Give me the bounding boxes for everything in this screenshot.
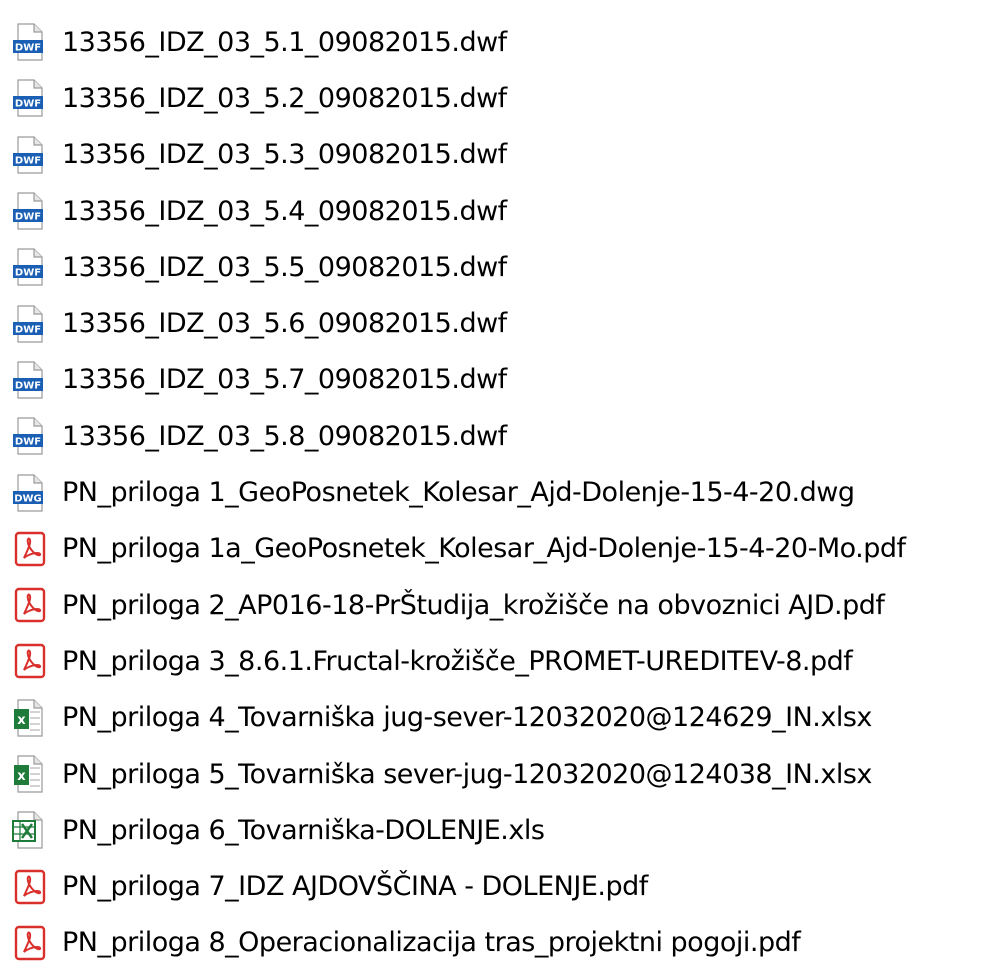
file-item[interactable]: PN_priloga 1a_GeoPosnetek_Kolesar_Ajd-Do… <box>0 521 1008 577</box>
file-item[interactable]: PN_priloga 6_Tovarniška-DOLENJE.xls <box>0 802 1008 858</box>
file-name: PN_priloga 6_Tovarniška-DOLENJE.xls <box>62 814 545 846</box>
file-name: PN_priloga 7_IDZ AJDOVŠČINA - DOLENJE.pd… <box>62 871 648 903</box>
file-name: 13356_IDZ_03_5.2_09082015.dwf <box>62 82 507 114</box>
svg-text:DWF: DWF <box>15 155 41 166</box>
dwf-file-icon: DWF <box>10 304 50 344</box>
file-item[interactable]: DWF 13356_IDZ_03_5.7_09082015.dwf <box>0 352 1008 408</box>
file-name: 13356_IDZ_03_5.1_09082015.dwf <box>62 26 507 58</box>
svg-text:DWF: DWF <box>15 43 41 54</box>
svg-text:DWF: DWF <box>15 380 41 391</box>
file-name: PN_priloga 2_AP016-18-PrŠtudija_krožišče… <box>62 589 885 621</box>
xlsx-file-icon: x <box>10 698 50 738</box>
file-item[interactable]: DWF 13356_IDZ_03_5.8_09082015.dwf <box>0 408 1008 464</box>
xlsx-file-icon: x <box>10 754 50 794</box>
file-name: PN_priloga 3_8.6.1.Fructal-krožišče_PROM… <box>62 645 853 677</box>
file-name: PN_priloga 1a_GeoPosnetek_Kolesar_Ajd-Do… <box>62 533 906 565</box>
file-name: 13356_IDZ_03_5.6_09082015.dwf <box>62 308 507 340</box>
file-item[interactable]: DWF 13356_IDZ_03_5.3_09082015.dwf <box>0 127 1008 183</box>
svg-text:DWF: DWF <box>15 268 41 279</box>
file-name: PN_priloga 8_Operacionalizacija tras_pro… <box>62 927 801 959</box>
file-item[interactable]: x PN_priloga 4_Tovarniška jug-sever-12032… <box>0 690 1008 746</box>
dwg-file-icon: DWG <box>10 473 50 513</box>
dwf-file-icon: DWF <box>10 78 50 118</box>
file-name: 13356_IDZ_03_5.4_09082015.dwf <box>62 195 507 227</box>
pdf-file-icon <box>10 641 50 681</box>
file-name: 13356_IDZ_03_5.7_09082015.dwf <box>62 364 507 396</box>
xls-file-icon <box>10 810 50 850</box>
file-name: 13356_IDZ_03_5.5_09082015.dwf <box>62 251 507 283</box>
pdf-file-icon <box>10 867 50 907</box>
file-list: DWF 13356_IDZ_03_5.1_09082015.dwf DWF 1335… <box>0 14 1008 971</box>
file-item[interactable]: DWF 13356_IDZ_03_5.2_09082015.dwf <box>0 70 1008 126</box>
file-name: 13356_IDZ_03_5.3_09082015.dwf <box>62 139 507 171</box>
file-item[interactable]: DWF 13356_IDZ_03_5.4_09082015.dwf <box>0 183 1008 239</box>
file-item[interactable]: DWF 13356_IDZ_03_5.5_09082015.dwf <box>0 239 1008 295</box>
pdf-file-icon <box>10 585 50 625</box>
dwf-file-icon: DWF <box>10 22 50 62</box>
svg-text:x: x <box>17 769 26 784</box>
svg-text:x: x <box>17 713 26 728</box>
file-item[interactable]: PN_priloga 7_IDZ AJDOVŠČINA - DOLENJE.pd… <box>0 858 1008 914</box>
pdf-file-icon <box>10 529 50 569</box>
dwf-file-icon: DWF <box>10 247 50 287</box>
svg-text:DWG: DWG <box>14 493 42 504</box>
file-name: 13356_IDZ_03_5.8_09082015.dwf <box>62 420 507 452</box>
file-item[interactable]: PN_priloga 2_AP016-18-PrŠtudija_krožišče… <box>0 577 1008 633</box>
file-item[interactable]: DWF 13356_IDZ_03_5.1_09082015.dwf <box>0 14 1008 70</box>
file-item[interactable]: x PN_priloga 5_Tovarniška sever-jug-12032… <box>0 746 1008 802</box>
pdf-file-icon <box>10 923 50 963</box>
file-name: PN_priloga 4_Tovarniška jug-sever-120320… <box>62 702 872 734</box>
file-item[interactable]: PN_priloga 8_Operacionalizacija tras_pro… <box>0 915 1008 971</box>
svg-text:DWF: DWF <box>15 99 41 110</box>
svg-text:DWF: DWF <box>15 437 41 448</box>
svg-text:DWF: DWF <box>15 212 41 223</box>
file-item[interactable]: DWG PN_priloga 1_GeoPosnetek_Kolesar_Ajd-… <box>0 464 1008 520</box>
file-item[interactable]: PN_priloga 3_8.6.1.Fructal-krožišče_PROM… <box>0 633 1008 689</box>
dwf-file-icon: DWF <box>10 416 50 456</box>
file-item[interactable]: DWF 13356_IDZ_03_5.6_09082015.dwf <box>0 295 1008 351</box>
dwf-file-icon: DWF <box>10 360 50 400</box>
file-name: PN_priloga 1_GeoPosnetek_Kolesar_Ajd-Dol… <box>62 477 855 509</box>
dwf-file-icon: DWF <box>10 135 50 175</box>
file-name: PN_priloga 5_Tovarniška sever-jug-120320… <box>62 758 872 790</box>
svg-text:DWF: DWF <box>15 324 41 335</box>
dwf-file-icon: DWF <box>10 191 50 231</box>
